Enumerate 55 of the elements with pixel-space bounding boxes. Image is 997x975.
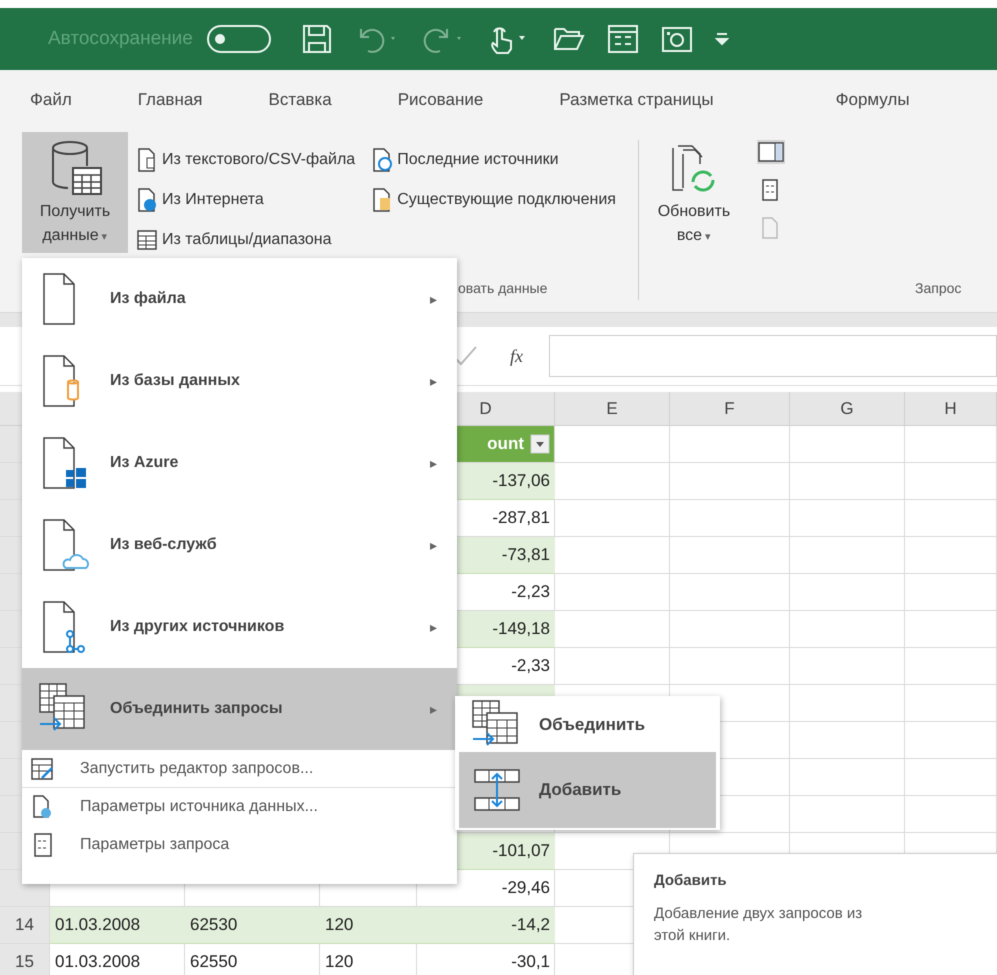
column-header[interactable]: H (905, 392, 997, 426)
tooltip-text: Добавление двух запросов из этой книги. (654, 904, 864, 946)
table-cell: 62550 (185, 944, 320, 975)
document-icon (136, 188, 158, 212)
filter-dropdown-icon[interactable] (530, 434, 550, 454)
ribbon-tab[interactable]: Файл (30, 90, 72, 110)
ribbon-command[interactable]: Существующие подключения (371, 180, 616, 220)
ribbon-tab[interactable]: Рисование (398, 90, 484, 110)
insert-function-button[interactable]: fx (510, 346, 523, 366)
formula-input[interactable] (549, 335, 997, 377)
save-icon[interactable] (300, 23, 333, 55)
document-icon (136, 148, 158, 172)
table-icon (136, 228, 158, 252)
ribbon-command[interactable]: Из текстового/CSV-файла (136, 140, 356, 180)
ribbon-tab[interactable]: Разметка страницы (559, 90, 714, 110)
row-header[interactable]: 15 (0, 944, 50, 975)
table-cell: 120 (320, 907, 417, 944)
table-cell: -14,2 (417, 907, 555, 944)
ribbon-tab[interactable]: Формулы (836, 90, 910, 110)
row-header[interactable]: 14 (0, 907, 50, 944)
menu-item[interactable]: Объединить (459, 698, 716, 752)
table-cell: 01.03.2008 (50, 907, 185, 944)
ribbon-tab[interactable]: Главная (138, 90, 203, 110)
table-cell: -30,1 (417, 944, 555, 975)
table-edit-icon (30, 756, 56, 782)
submenu-arrow-icon: ▸ (430, 373, 437, 389)
column-header[interactable]: G (790, 392, 905, 426)
menu-item[interactable]: Из файла ▸ (22, 258, 457, 340)
submenu-arrow-icon: ▸ (430, 619, 437, 635)
clock-document-icon (371, 148, 394, 172)
table-cell: 120 (320, 944, 417, 975)
submenu-arrow-icon: ▸ (430, 291, 437, 307)
submenu-arrow-icon: ▸ (430, 701, 437, 717)
tooltip-title: Добавить (654, 872, 728, 889)
ribbon-command[interactable]: Последние источники (371, 140, 616, 180)
autosave-label: Автосохранение (48, 28, 193, 50)
group-label: овать данные (458, 280, 548, 296)
column-header[interactable]: E (555, 392, 670, 426)
table-cell: 62530 (185, 907, 320, 944)
group-label: Запрос (915, 280, 962, 296)
autosave-toggle[interactable] (206, 25, 271, 53)
get-data-button[interactable]: Получить данные ▾ (22, 132, 128, 253)
column-heading: ount (487, 434, 524, 454)
ribbon-command[interactable]: Из Интернета (136, 180, 356, 220)
column-header[interactable]: F (670, 392, 790, 426)
menu-item[interactable]: Объединить запросы ▸ (22, 668, 457, 750)
panel-icon[interactable] (756, 140, 785, 164)
form-icon[interactable] (606, 23, 639, 55)
menu-item[interactable]: Параметры источника данных... (22, 788, 457, 826)
refresh-all-button[interactable]: Обновить все ▾ (648, 132, 739, 253)
submenu-arrow-icon: ▸ (430, 537, 437, 553)
table-cell: 01.03.2008 (50, 944, 185, 975)
ribbon-tab[interactable]: Вставка (268, 90, 332, 110)
menu-item[interactable]: Добавить (459, 752, 716, 828)
ribbon-command[interactable]: Из таблицы/диапазона (136, 220, 356, 260)
